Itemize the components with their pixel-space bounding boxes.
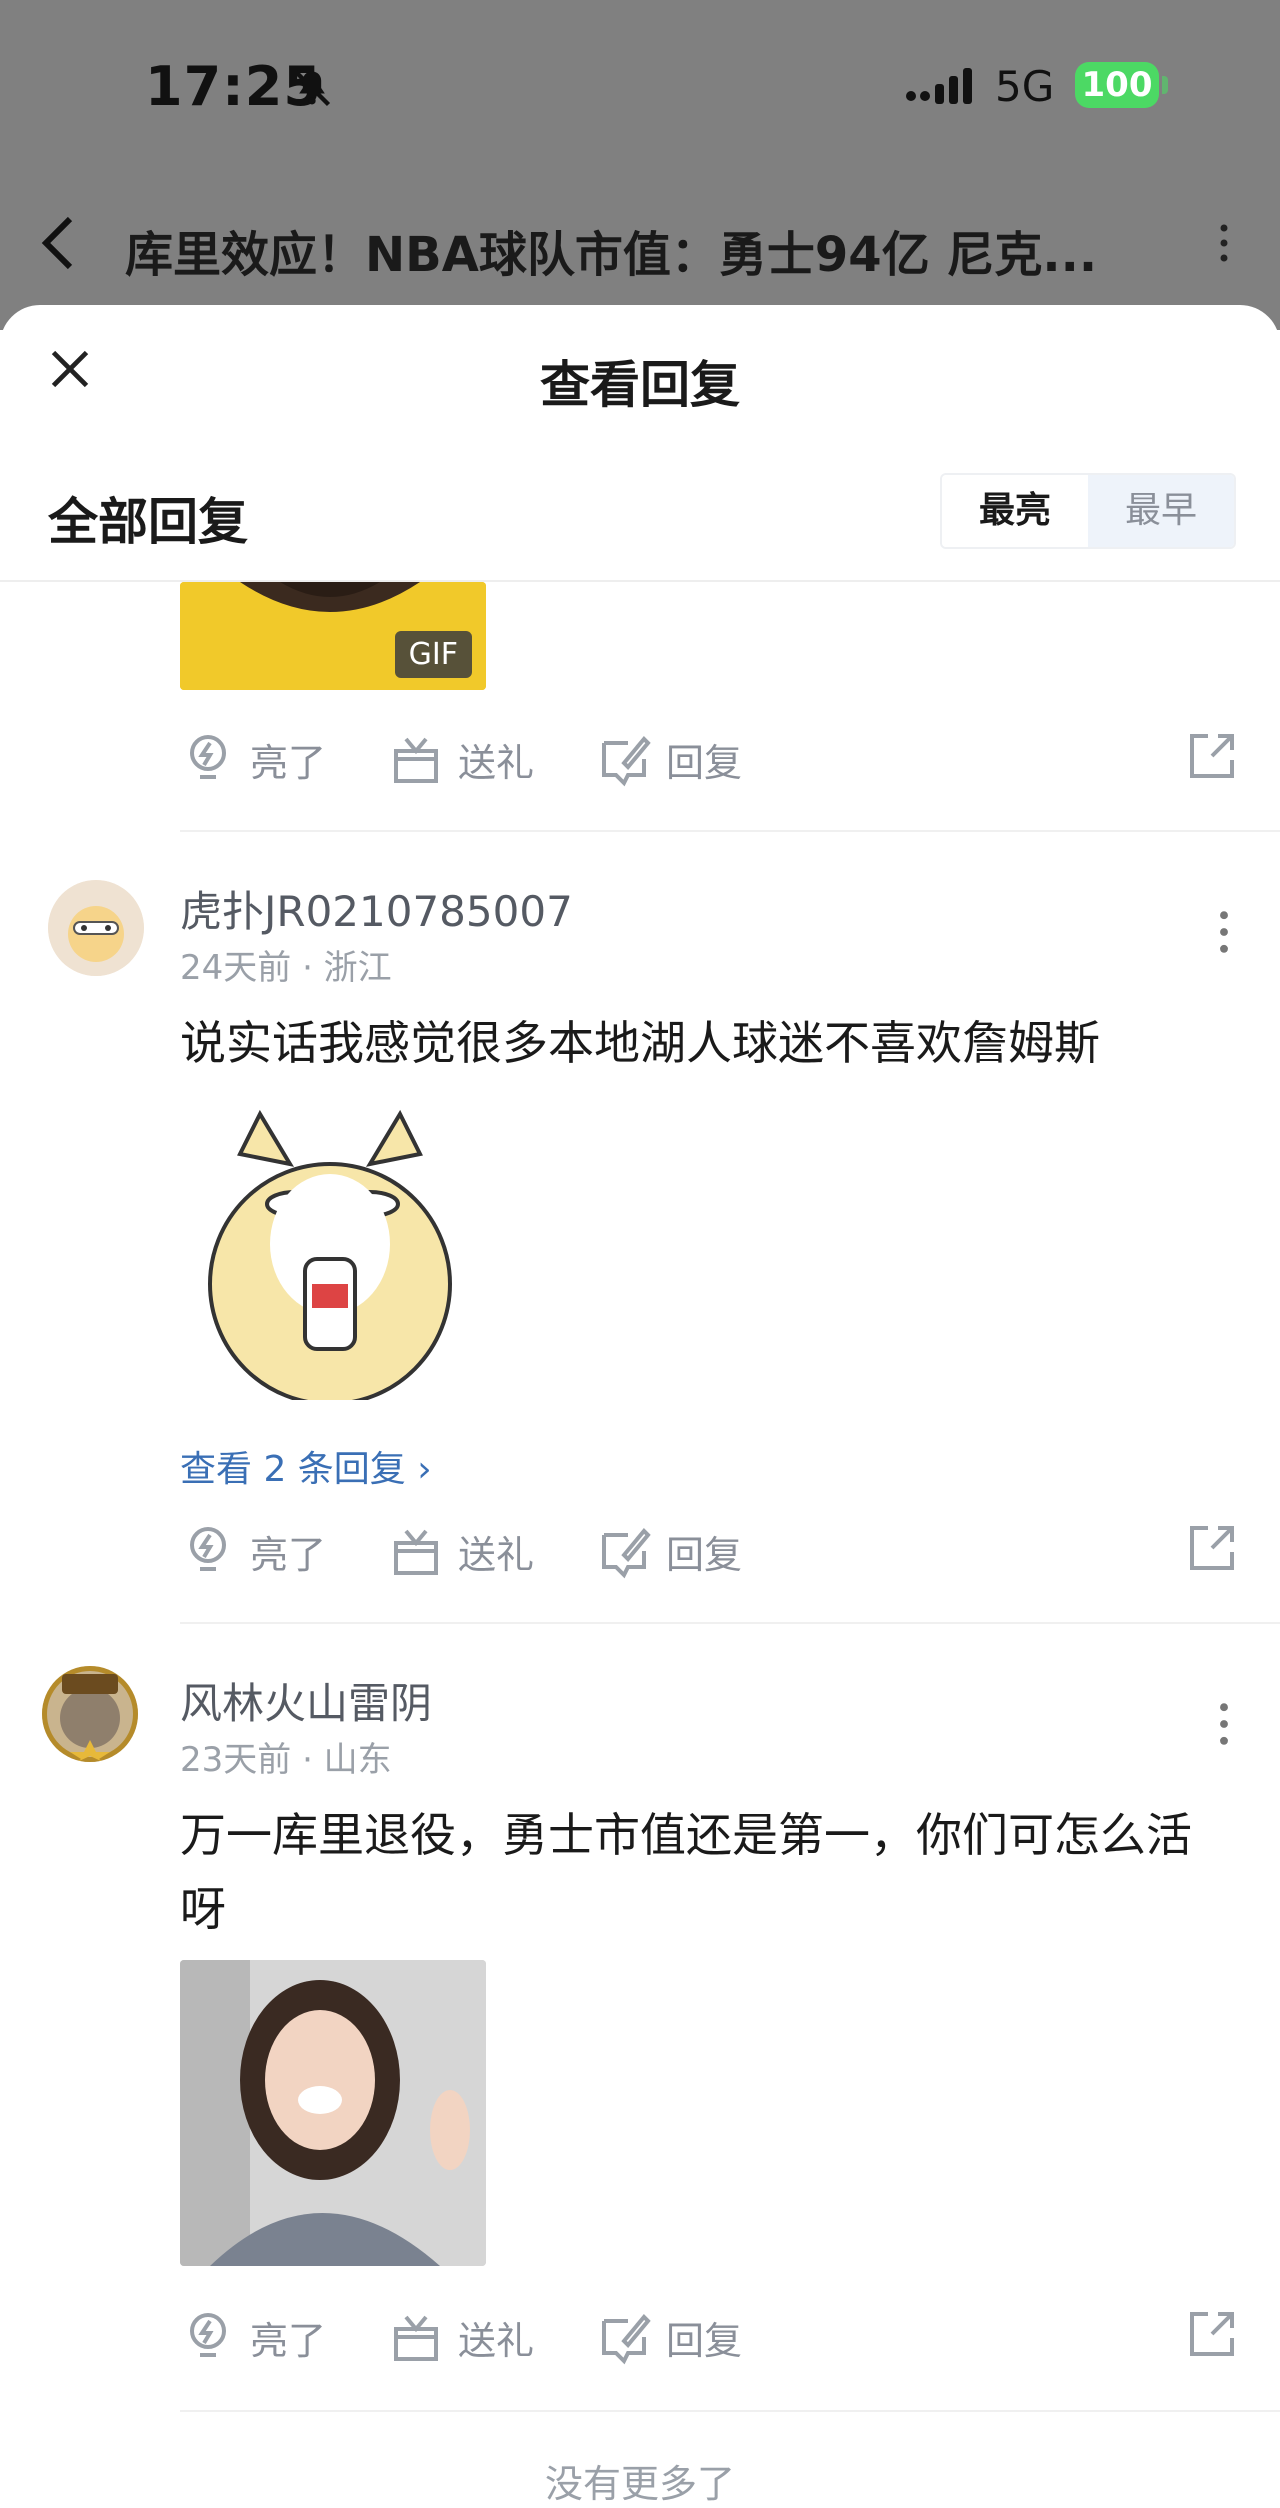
network-type: 5G — [995, 62, 1055, 111]
gift-label: 送礼 — [458, 1532, 535, 1577]
comment-more-icon[interactable] — [1210, 1696, 1238, 1752]
sheet-title: 查看回复 — [540, 356, 740, 414]
comment-meta: 23天前 · 山东 — [180, 1740, 392, 1780]
laughing-girl-photo-art — [180, 1960, 486, 2266]
comment-meta: 24天前 · 浙江 — [180, 948, 392, 988]
battery-tip — [1162, 76, 1168, 94]
more-options-icon[interactable] — [1210, 218, 1238, 268]
reply-edit-icon — [602, 1528, 651, 1579]
reply-button[interactable]: 回复 — [596, 2302, 742, 2372]
bell-muted-icon — [293, 69, 331, 107]
framed-avatar-art — [42, 1666, 138, 1762]
comment-sticker-image[interactable] — [180, 1094, 486, 1400]
reply-label: 回复 — [666, 1532, 743, 1577]
light-button[interactable]: 亮了 — [180, 724, 326, 794]
view-replies-label: 查看 2 条回复 — [180, 1449, 406, 1490]
gift-button[interactable]: 送礼 — [388, 2302, 534, 2372]
all-replies-heading: 全部回复 — [48, 493, 248, 551]
comment-username[interactable]: 风林火山雷阴 — [180, 1670, 432, 1731]
view-replies-link[interactable]: 查看 2 条回复 › — [180, 1440, 432, 1492]
chevron-right-icon: › — [417, 1449, 432, 1490]
gift-button[interactable]: 送礼 — [388, 724, 534, 794]
battery-indicator: 100 — [1075, 62, 1159, 108]
reply-edit-icon — [602, 2314, 651, 2365]
action-bar: 亮了 送礼 回复 — [180, 724, 1240, 794]
gift-button[interactable]: 送礼 — [388, 1516, 534, 1586]
share-icon[interactable] — [1184, 1520, 1240, 1576]
comment-text: 万一库里退役，勇士市值还是第一，你们可怎么活呀 — [180, 1808, 1192, 1936]
gif-badge: GIF — [394, 631, 472, 678]
back-icon[interactable] — [38, 215, 78, 271]
sort-toggle: 最亮 最早 — [940, 473, 1236, 549]
sort-brightest-tab[interactable]: 最亮 — [942, 475, 1088, 547]
light-button[interactable]: 亮了 — [180, 2302, 326, 2372]
comment-more-icon[interactable] — [1210, 904, 1238, 960]
lightbulb-icon — [190, 1527, 226, 1571]
gift-label: 送礼 — [458, 740, 535, 785]
reply-button[interactable]: 回复 — [596, 724, 742, 794]
comment-divider — [180, 830, 1280, 832]
reply-label: 回复 — [666, 2318, 743, 2363]
share-icon[interactable] — [1184, 2306, 1240, 2362]
gift-icon — [394, 737, 438, 783]
action-bar: 亮了 送礼 回复 — [180, 1516, 1240, 1586]
cartoon-avatar-art — [48, 880, 144, 976]
reply-edit-icon — [602, 736, 651, 787]
light-label: 亮了 — [250, 740, 327, 785]
comment-gif-image[interactable]: GIF — [180, 582, 486, 690]
lightbulb-icon — [190, 2313, 226, 2357]
reply-label: 回复 — [666, 740, 743, 785]
comment-divider — [180, 1622, 1280, 1624]
signal-icon — [906, 68, 972, 104]
comment-photo-image[interactable] — [180, 1960, 486, 2266]
light-button[interactable]: 亮了 — [180, 1516, 326, 1586]
comment-divider — [180, 2410, 1280, 2412]
gift-icon — [394, 2315, 438, 2361]
no-more-text: 没有更多了 — [544, 2462, 735, 2506]
light-label: 亮了 — [250, 1532, 327, 1577]
action-bar: 亮了 送礼 回复 — [180, 2302, 1240, 2372]
sort-earliest-tab[interactable]: 最早 — [1088, 475, 1234, 547]
dog-sticker-art — [180, 1094, 486, 1400]
comment-text: 说实话我感觉很多本地湖人球迷不喜欢詹姆斯 — [180, 1016, 1100, 1070]
article-title: 库里效应！NBA球队市值：勇士94亿 尼克... — [125, 227, 1098, 283]
comment-username[interactable]: 虎扑JR0210785007 — [180, 878, 573, 939]
share-icon[interactable] — [1184, 728, 1240, 784]
gift-icon — [394, 1529, 438, 1575]
lightbulb-icon — [190, 735, 226, 779]
avatar[interactable] — [48, 880, 144, 976]
light-label: 亮了 — [250, 2318, 327, 2363]
reply-button[interactable]: 回复 — [596, 1516, 742, 1586]
avatar[interactable] — [42, 1666, 138, 1762]
gift-label: 送礼 — [458, 2318, 535, 2363]
